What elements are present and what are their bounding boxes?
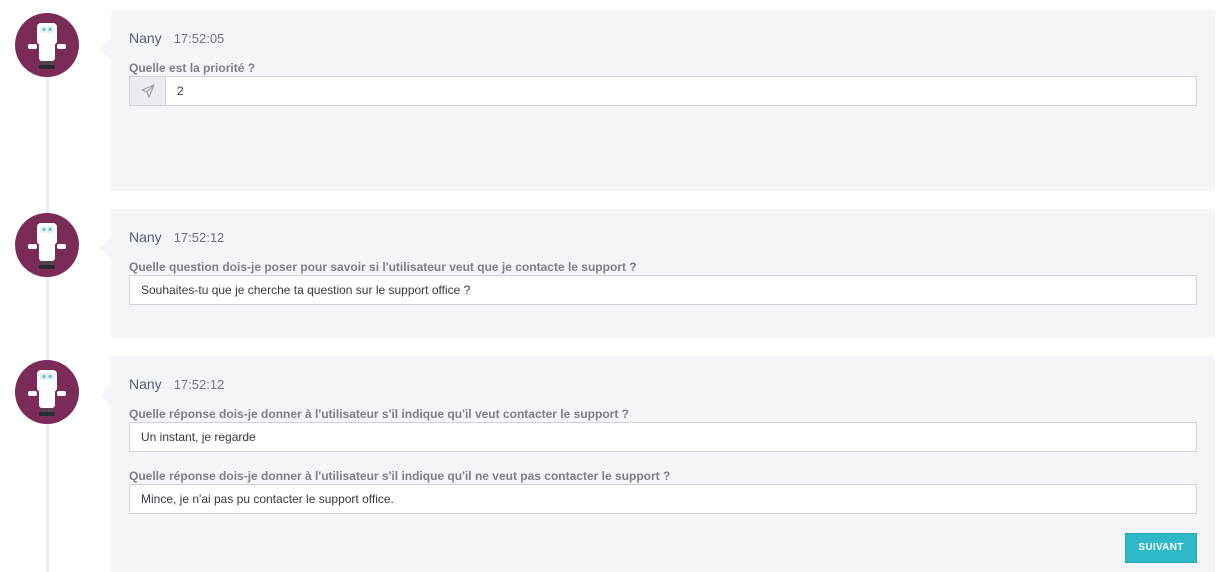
chat-message: Nany 17:52:12 Quelle réponse dois-je donn…: [0, 350, 1225, 572]
message-time: 17:52:05: [173, 31, 225, 46]
message-header: Nany 17:52:05: [129, 29, 224, 47]
positive-answer-input[interactable]: Un instant, je regarde: [129, 422, 1197, 452]
robot-icon: [28, 370, 66, 416]
robot-avatar: [15, 13, 79, 77]
author-name: Nany: [129, 30, 162, 46]
message-card: Nany 17:52:05 Quelle est la priorité ? 2: [100, 10, 1215, 191]
chat-message: Nany 17:52:05 Quelle est la priorité ? 2: [0, 0, 1225, 200]
message-time: 17:52:12: [173, 377, 225, 392]
robot-icon: [28, 223, 66, 269]
question-label: Quelle réponse dois-je donner à l'utilis…: [129, 469, 671, 483]
question-label: Quelle est la priorité ?: [129, 61, 256, 75]
send-button[interactable]: [129, 76, 166, 106]
robot-icon: [28, 23, 66, 69]
priority-input[interactable]: 2: [165, 76, 1197, 106]
author-name: Nany: [129, 376, 162, 392]
chat-message: Nany 17:52:12 Quelle question dois-je pos…: [0, 200, 1225, 350]
message-card: Nany 17:52:12 Quelle réponse dois-je donn…: [100, 356, 1215, 572]
next-button[interactable]: SUIVANT: [1125, 533, 1197, 563]
robot-avatar: [15, 360, 79, 424]
send-icon: [140, 84, 155, 98]
message-time: 17:52:12: [173, 230, 225, 245]
robot-avatar: [15, 213, 79, 277]
question-label: Quelle réponse dois-je donner à l'utilis…: [129, 407, 629, 421]
message-card: Nany 17:52:12 Quelle question dois-je pos…: [100, 209, 1215, 338]
message-header: Nany 17:52:12: [129, 228, 224, 246]
priority-input-group: 2: [129, 76, 1197, 106]
question-label: Quelle question dois-je poser pour savoi…: [129, 260, 637, 274]
message-header: Nany 17:52:12: [129, 375, 224, 393]
author-name: Nany: [129, 229, 162, 245]
negative-answer-input[interactable]: Mince, je n'ai pas pu contacter le suppo…: [129, 484, 1197, 514]
support-question-input[interactable]: Souhaites-tu que je cherche ta question …: [129, 275, 1197, 305]
